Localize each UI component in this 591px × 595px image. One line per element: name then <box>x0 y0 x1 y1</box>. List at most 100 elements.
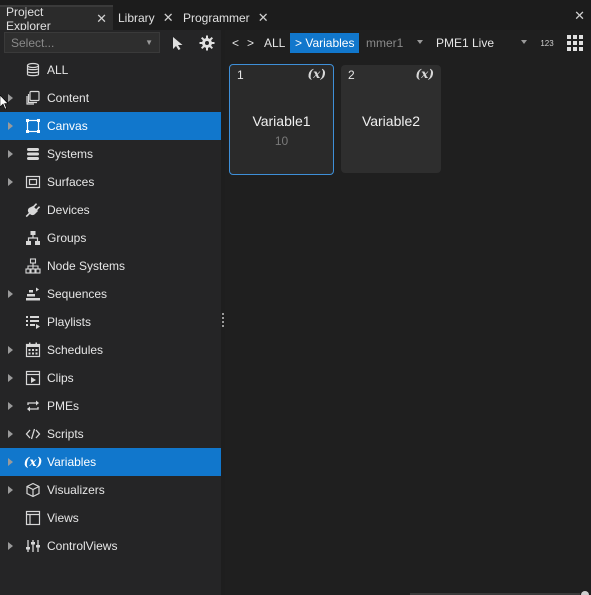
tree-item-visualizers[interactable]: Visualizers <box>0 476 221 504</box>
code-icon <box>24 426 42 442</box>
tree-item-content[interactable]: Content <box>0 84 221 112</box>
tree-item-schedules[interactable]: Schedules <box>0 336 221 364</box>
calendar-icon <box>24 342 42 358</box>
tree-item-label: Clips <box>47 371 74 385</box>
tab-label: Project Explorer <box>6 4 51 33</box>
surfaces-icon <box>24 174 42 190</box>
project-explorer-panel: Select... ▼ ALL Content Canvas Systems S… <box>0 30 221 595</box>
tab-bar: Project Explorer ✕ Library ✕ Programmer … <box>0 0 591 33</box>
tree-item-label: Scripts <box>47 427 84 441</box>
tab-label: Programmer <box>183 10 250 25</box>
tree-item-label: PMEs <box>47 399 80 413</box>
tab-project-explorer[interactable]: Project Explorer ✕ <box>0 4 113 33</box>
expand-icon[interactable] <box>8 150 13 158</box>
expand-icon[interactable] <box>8 458 13 466</box>
cube-icon <box>24 482 42 498</box>
tree-item-groups[interactable]: Groups <box>0 224 221 252</box>
pme-icon <box>24 398 42 414</box>
expand-icon[interactable] <box>8 542 13 550</box>
card-name: Variable1 <box>252 113 311 129</box>
close-panel-icon[interactable]: ✕ <box>574 8 585 24</box>
tree-item-devices[interactable]: Devices <box>0 196 221 224</box>
programmer-select[interactable]: mmer1 <box>366 33 403 53</box>
tree-item-label: Visualizers <box>47 483 105 497</box>
expand-icon[interactable] <box>8 346 13 354</box>
playlist-icon <box>24 314 42 330</box>
tree-item-scripts[interactable]: Scripts <box>0 420 221 448</box>
tree-item-node-systems[interactable]: Node Systems <box>0 252 221 280</box>
tree-item-playlists[interactable]: Playlists <box>0 308 221 336</box>
splitter-grip-icon[interactable] <box>222 313 224 329</box>
expand-icon[interactable] <box>8 374 13 382</box>
chevron-down-icon: ▼ <box>145 38 153 47</box>
card-number: 2 <box>348 68 355 82</box>
tree-item-all[interactable]: ALL <box>0 56 221 84</box>
resize-grip-icon[interactable] <box>581 591 589 595</box>
tree-item-pmes[interactable]: PMEs <box>0 392 221 420</box>
node-systems-icon <box>24 258 42 274</box>
tree-item-label: Node Systems <box>47 259 126 273</box>
back-button[interactable]: < <box>232 33 239 53</box>
tree-item-views[interactable]: Views <box>0 504 221 532</box>
tree-item-label: Variables <box>47 455 97 469</box>
expand-icon[interactable] <box>8 486 13 494</box>
database-icon <box>24 62 42 78</box>
content-icon <box>24 90 42 106</box>
tree-item-controlviews[interactable]: ControlViews <box>0 532 221 560</box>
forward-button[interactable]: > <box>247 33 254 53</box>
grid-view-icon[interactable] <box>565 33 585 53</box>
variable-icon: (x) <box>415 67 434 81</box>
tree-item-sequences[interactable]: Sequences <box>0 280 221 308</box>
tab-library[interactable]: Library ✕ <box>118 5 174 30</box>
expand-icon[interactable] <box>8 430 13 438</box>
tab-programmer[interactable]: Programmer ✕ <box>183 5 269 30</box>
card-number: 1 <box>237 68 244 82</box>
tree-item-label: Sequences <box>47 287 108 301</box>
tree-item-label: Devices <box>47 203 90 217</box>
tree-item-variables[interactable]: (x) Variables <box>0 448 221 476</box>
expand-icon[interactable] <box>8 94 13 102</box>
breadcrumb-current[interactable]: > Variables <box>290 33 360 53</box>
explorer-toolbar: Select... ▼ <box>0 30 221 56</box>
tree-item-clips[interactable]: Clips <box>0 364 221 392</box>
tree-item-label: Content <box>47 91 90 105</box>
plug-icon <box>24 202 42 218</box>
chevron-down-icon[interactable] <box>417 40 423 44</box>
variable-card[interactable]: 1 (x) Variable1 10 <box>229 64 334 175</box>
tree-item-label: Canvas <box>47 119 88 133</box>
expand-icon[interactable] <box>8 122 13 130</box>
variable-icon: (x) <box>23 455 43 469</box>
groups-icon <box>24 230 42 246</box>
pme-select[interactable]: PME1 Live <box>436 33 494 53</box>
tree-item-surfaces[interactable]: Surfaces <box>0 168 221 196</box>
select-placeholder: Select... <box>11 35 55 50</box>
sequences-icon <box>24 286 42 302</box>
tree-item-label: Views <box>47 511 79 525</box>
tree-item-label: Surfaces <box>47 175 95 189</box>
close-icon[interactable]: ✕ <box>163 11 174 24</box>
tree-item-label: Schedules <box>47 343 104 357</box>
close-icon[interactable]: ✕ <box>258 11 269 24</box>
expand-icon[interactable] <box>8 178 13 186</box>
number-mode-button[interactable]: 123 <box>536 34 558 52</box>
breadcrumb-all[interactable]: ALL <box>264 33 285 53</box>
breadcrumb: < > ALL > Variables mmer1 PME1 Live 123 <box>225 30 591 56</box>
sliders-icon <box>24 538 42 554</box>
filter-select[interactable]: Select... ▼ <box>4 32 160 53</box>
clips-icon <box>24 370 42 386</box>
chevron-down-icon[interactable] <box>521 40 527 44</box>
card-name: Variable2 <box>361 113 421 129</box>
expand-icon[interactable] <box>8 402 13 410</box>
variable-card[interactable]: 2 (x) Variable2 <box>341 65 441 173</box>
mouse-cursor-icon <box>0 94 9 114</box>
tree-item-canvas[interactable]: Canvas <box>0 112 221 140</box>
variable-icon: (x) <box>307 67 326 81</box>
pointer-icon[interactable] <box>167 32 189 54</box>
close-icon[interactable]: ✕ <box>96 12 107 25</box>
expand-icon[interactable] <box>8 290 13 298</box>
tree-item-label: Playlists <box>47 315 92 329</box>
tree-item-systems[interactable]: Systems <box>0 140 221 168</box>
systems-icon <box>24 146 42 162</box>
gear-icon[interactable] <box>196 32 218 54</box>
tree-item-label: Groups <box>47 231 87 245</box>
